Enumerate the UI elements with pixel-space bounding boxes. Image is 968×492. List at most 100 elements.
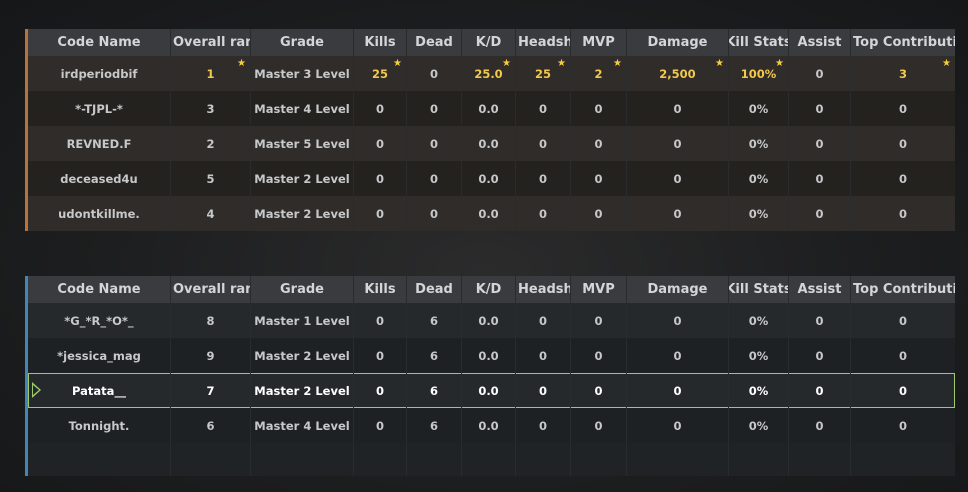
kd: 25.0 ★ <box>462 56 516 91</box>
mvp: 0 <box>571 196 627 231</box>
top-contribution-value: 3 <box>898 66 907 81</box>
dead: 6 <box>407 373 462 408</box>
player-name: irdperiodbif <box>28 56 171 91</box>
player-row[interactable]: *jessica_mag 9 Master 2 Level 0 6 0.0 0 … <box>28 338 955 373</box>
damage: 0 <box>627 338 729 373</box>
dead: 0 <box>407 91 462 126</box>
overall-rank: 8 <box>171 303 251 338</box>
top-contribution: 0 <box>898 313 907 328</box>
damage: 0 <box>627 408 729 443</box>
kills-value: 25 <box>371 66 388 81</box>
header-kills: Kills <box>354 276 407 303</box>
kills: 0 <box>354 303 407 338</box>
assist: 0 <box>789 196 851 231</box>
overall-rank-value: 1 <box>206 66 215 81</box>
kill-stats-value: 100% <box>740 66 777 81</box>
player-row[interactable]: REVNED.F 2 Master 5 Level 0 0 0.0 0 0 0 … <box>28 126 955 161</box>
dead: 0 <box>407 126 462 161</box>
player-row[interactable]: Tonnight. 6 Master 4 Level 0 6 0.0 0 0 0… <box>28 408 955 443</box>
kill-stats: 0% <box>729 338 789 373</box>
header-assist: Assist <box>789 276 851 303</box>
kd: 0.0 <box>462 91 516 126</box>
grade: Master 2 Level <box>251 373 354 408</box>
headshot: 0 <box>516 338 571 373</box>
kd: 0.0 <box>462 373 516 408</box>
top-contribution: 0 <box>898 348 907 363</box>
header-code-name: Code Name <box>28 29 171 56</box>
player-row[interactable]: deceased4u 5 Master 2 Level 0 0 0.0 0 0 … <box>28 161 955 196</box>
header-row: Code Name Overall rank Grade Kills Dead … <box>28 29 955 56</box>
mvp: 2 ★ <box>571 56 627 91</box>
header-overall-rank: Overall rank <box>171 29 251 56</box>
top-contribution: 0 <box>898 383 907 398</box>
assist: 0 <box>789 338 851 373</box>
player-row[interactable]: *G_*R_*O*_ 8 Master 1 Level 0 6 0.0 0 0 … <box>28 303 955 338</box>
overall-rank: 9 <box>171 338 251 373</box>
kill-stats: 0% <box>729 196 789 231</box>
player-name: Patata__ <box>28 373 171 408</box>
kill-stats: 0% <box>729 373 789 408</box>
damage: 0 <box>627 91 729 126</box>
kd: 0.0 <box>462 408 516 443</box>
headshot: 0 <box>516 126 571 161</box>
assist: 0 <box>789 91 851 126</box>
mvp: 0 <box>571 338 627 373</box>
player-name: *G_*R_*O*_ <box>28 303 171 338</box>
kill-stats: 0% <box>729 161 789 196</box>
header-kd: K/D <box>462 276 516 303</box>
kills: 0 <box>354 338 407 373</box>
headshot: 0 <box>516 161 571 196</box>
damage: 0 <box>627 373 729 408</box>
mvp: 0 <box>571 161 627 196</box>
header-dead: Dead <box>407 276 462 303</box>
mvp: 0 <box>571 126 627 161</box>
dead: 6 <box>407 303 462 338</box>
kd-value: 25.0 <box>474 66 503 81</box>
damage: 0 <box>627 126 729 161</box>
overall-rank: 1 ★ <box>171 56 251 91</box>
assist: 0 <box>789 126 851 161</box>
assist: 0 <box>789 56 851 91</box>
player-row[interactable]: udontkillme. 4 Master 2 Level 0 0 0.0 0 … <box>28 196 955 231</box>
kd: 0.0 <box>462 196 516 231</box>
assist: 0 <box>789 161 851 196</box>
header-overall-rank: Overall rank <box>171 276 251 303</box>
assist: 0 <box>789 373 851 408</box>
kd: 0.0 <box>462 161 516 196</box>
team-bottom-scoreboard: Code Name Overall rank Grade Kills Dead … <box>25 276 955 476</box>
kd: 0.0 <box>462 338 516 373</box>
grade: Master 2 Level <box>251 338 354 373</box>
damage: 0 <box>627 303 729 338</box>
grade: Master 3 Level <box>251 56 354 91</box>
mvp-value: 2 <box>594 66 603 81</box>
top-contribution: 0 <box>898 171 907 186</box>
overall-rank: 4 <box>171 196 251 231</box>
player-row-current[interactable]: Patata__ 7 Master 2 Level 0 6 0.0 0 0 0 … <box>28 373 955 408</box>
assist: 0 <box>789 408 851 443</box>
dead: 6 <box>407 408 462 443</box>
damage: 0 <box>627 161 729 196</box>
player-name: REVNED.F <box>28 126 171 161</box>
grade: Master 2 Level <box>251 196 354 231</box>
headshot-value: 25 <box>534 66 551 81</box>
dead: 0 <box>407 161 462 196</box>
player-row-top-leader[interactable]: irdperiodbif 1 ★ Master 3 Level 25 ★ 0 25.… <box>28 56 955 91</box>
player-name: Tonnight. <box>28 408 171 443</box>
kills: 0 <box>354 196 407 231</box>
grade: Master 5 Level <box>251 126 354 161</box>
star-icon: ★ <box>502 58 511 69</box>
kill-stats: 0% <box>729 126 789 161</box>
header-kill-stats: Kill Stats <box>729 29 789 56</box>
header-headshot: Headshot <box>516 276 571 303</box>
overall-rank: 7 <box>171 373 251 408</box>
headshot: 0 <box>516 196 571 231</box>
player-name: udontkillme. <box>28 196 171 231</box>
headshot: 0 <box>516 91 571 126</box>
header-grade: Grade <box>251 29 354 56</box>
kills: 0 <box>354 408 407 443</box>
overall-rank: 3 <box>171 91 251 126</box>
player-row[interactable]: *-TJPL-* 3 Master 4 Level 0 0 0.0 0 0 0 … <box>28 91 955 126</box>
header-kill-stats: Kill Stats <box>729 276 789 303</box>
damage: 0 <box>627 196 729 231</box>
damage-value: 2,500 <box>659 66 696 81</box>
